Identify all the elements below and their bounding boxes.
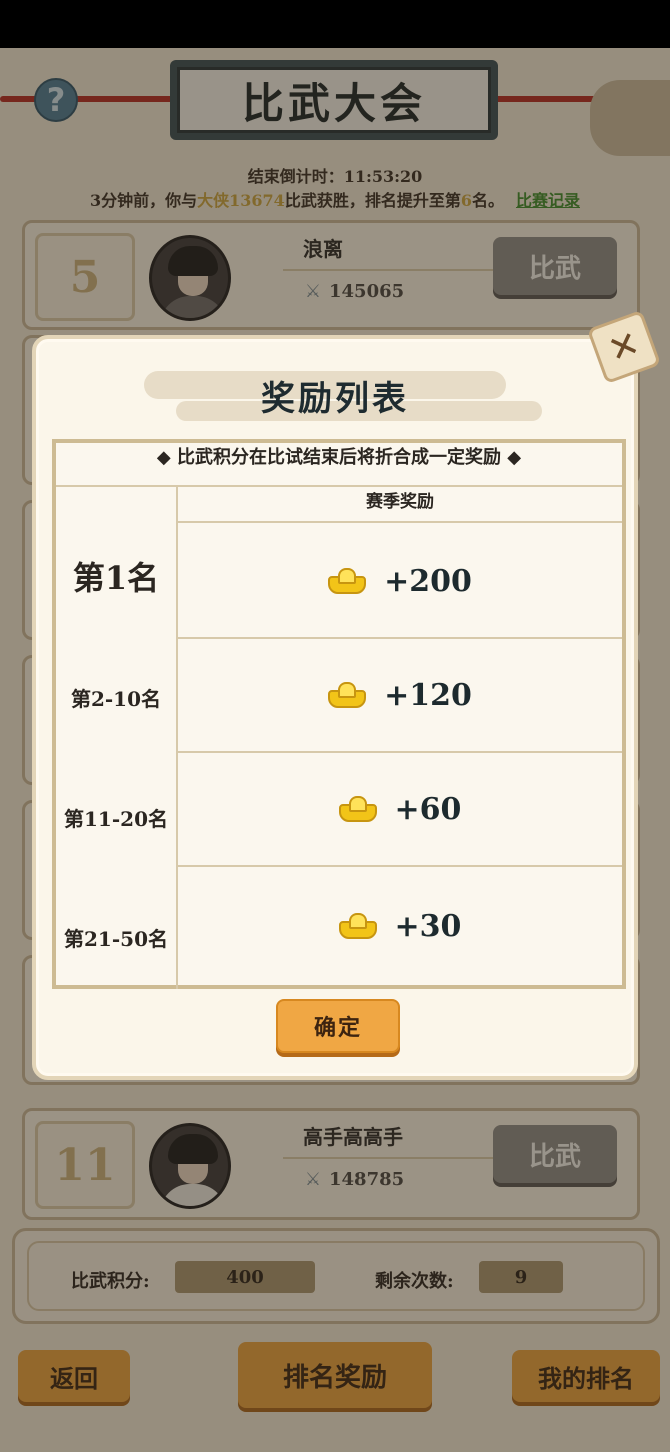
reward-list-dialog: 奖励列表 ◆ 比武积分在比试结束后将折合成一定奖励 ◆ 赛季奖励 第1名 +20… (32, 335, 638, 1080)
reward-row: +30 (178, 867, 622, 985)
dialog-title: 奖励列表 (261, 379, 409, 419)
close-icon: ✕ (602, 322, 646, 372)
rank-range-label: 第1名 (72, 559, 160, 597)
gold-ingot-icon (328, 568, 367, 594)
confirm-button[interactable]: 确定 (276, 999, 400, 1053)
reward-amount: +30 (394, 908, 462, 944)
reward-row: +200 (178, 525, 622, 639)
reward-amount: +120 (384, 677, 472, 713)
rank-range-label: 第11-20名 (64, 807, 168, 831)
season-reward-header: 赛季奖励 (178, 487, 622, 523)
reward-row: +120 (178, 639, 622, 753)
status-bar (0, 0, 670, 48)
reward-table: ◆ 比武积分在比试结束后将折合成一定奖励 ◆ 赛季奖励 第1名 +200 第2-… (52, 439, 626, 989)
reward-amount: +200 (384, 563, 472, 599)
reward-amount: +60 (394, 791, 462, 827)
reward-row: +60 (178, 753, 622, 867)
gold-ingot-icon (338, 913, 377, 939)
gold-ingot-icon (328, 682, 367, 708)
reward-caption: ◆ 比武积分在比试结束后将折合成一定奖励 ◆ (56, 443, 622, 487)
rank-range-label: 第2-10名 (70, 687, 162, 711)
rank-range-label: 第21-50名 (64, 927, 168, 951)
gold-ingot-icon (338, 796, 377, 822)
